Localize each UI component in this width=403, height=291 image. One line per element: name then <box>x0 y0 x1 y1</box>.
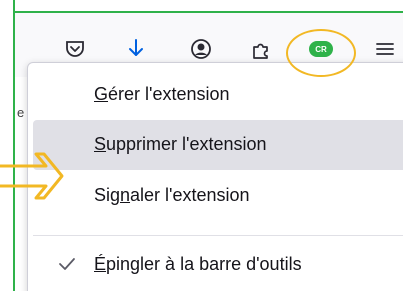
pocket-icon <box>66 41 84 57</box>
menu-item-pin-to-toolbar[interactable]: Épingler à la barre d'outils <box>33 240 403 290</box>
extensions-puzzle-icon <box>253 43 268 59</box>
app-menu-button[interactable] <box>371 35 399 63</box>
pocket-button[interactable] <box>61 35 89 63</box>
label-rest: upprimer l'extension <box>106 134 267 154</box>
label-rest: érer l'extension <box>108 84 230 104</box>
menu-item-remove-extension[interactable]: Supprimer l'extension <box>33 120 403 170</box>
label-prefix: Sig <box>94 185 121 205</box>
hamburger-menu-icon <box>376 43 394 55</box>
mnemonic-letter: É <box>94 254 107 274</box>
screenshot: CR e Gérer l'extension Supprimer l'exten… <box>0 0 403 291</box>
menu-item-label: Épingler à la barre d'outils <box>94 254 302 275</box>
label-rest: aler l'extension <box>130 185 250 205</box>
mnemonic-letter: S <box>94 134 107 154</box>
extension-context-menu: Gérer l'extension Supprimer l'extension … <box>27 62 403 291</box>
menu-item-label: Gérer l'extension <box>94 84 230 105</box>
page-fragment-text: e <box>17 105 25 120</box>
extension-badge-text: CR <box>315 44 327 54</box>
menu-separator <box>33 235 403 236</box>
account-icon <box>191 39 211 59</box>
menu-item-label: Supprimer l'extension <box>94 134 267 155</box>
download-button[interactable] <box>122 35 150 63</box>
extension-cr-button[interactable]: CR <box>307 35 335 63</box>
extensions-button[interactable] <box>247 35 275 63</box>
menu-item-report-extension[interactable]: Signaler l'extension <box>33 171 403 221</box>
label-rest: pingler à la barre d'outils <box>106 254 302 274</box>
extension-cr-icon: CR <box>309 41 333 57</box>
checkmark-icon <box>59 258 75 270</box>
account-button[interactable] <box>187 35 215 63</box>
download-icon <box>129 39 143 56</box>
menu-item-label: Signaler l'extension <box>94 185 250 206</box>
mnemonic-letter: n <box>120 185 131 205</box>
mnemonic-letter: G <box>94 84 109 104</box>
menu-item-manage-extension[interactable]: Gérer l'extension <box>33 70 403 120</box>
